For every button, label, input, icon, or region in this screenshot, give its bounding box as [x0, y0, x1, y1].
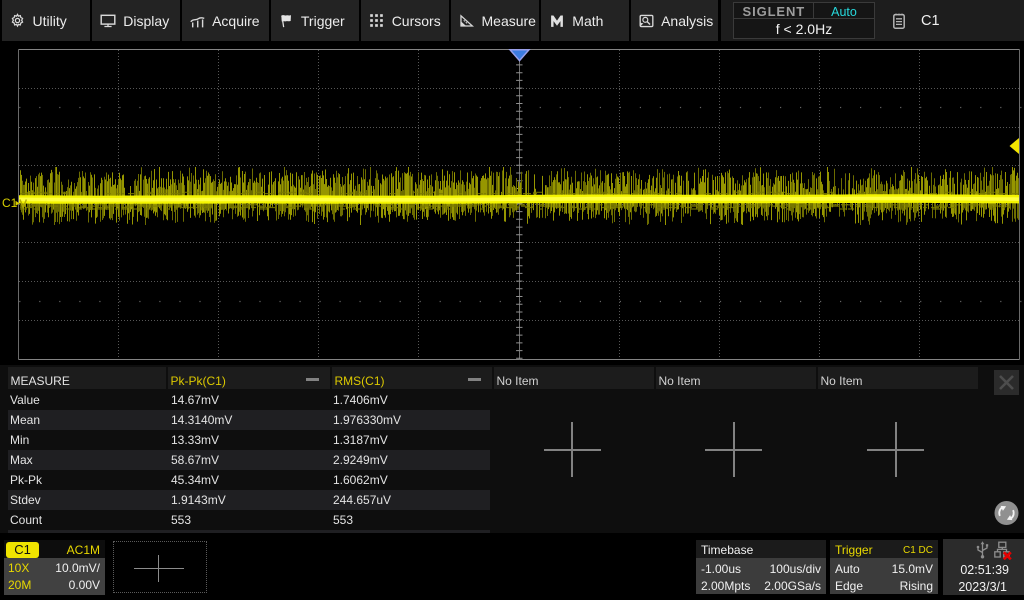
- svg-text:C1: C1: [2, 196, 18, 210]
